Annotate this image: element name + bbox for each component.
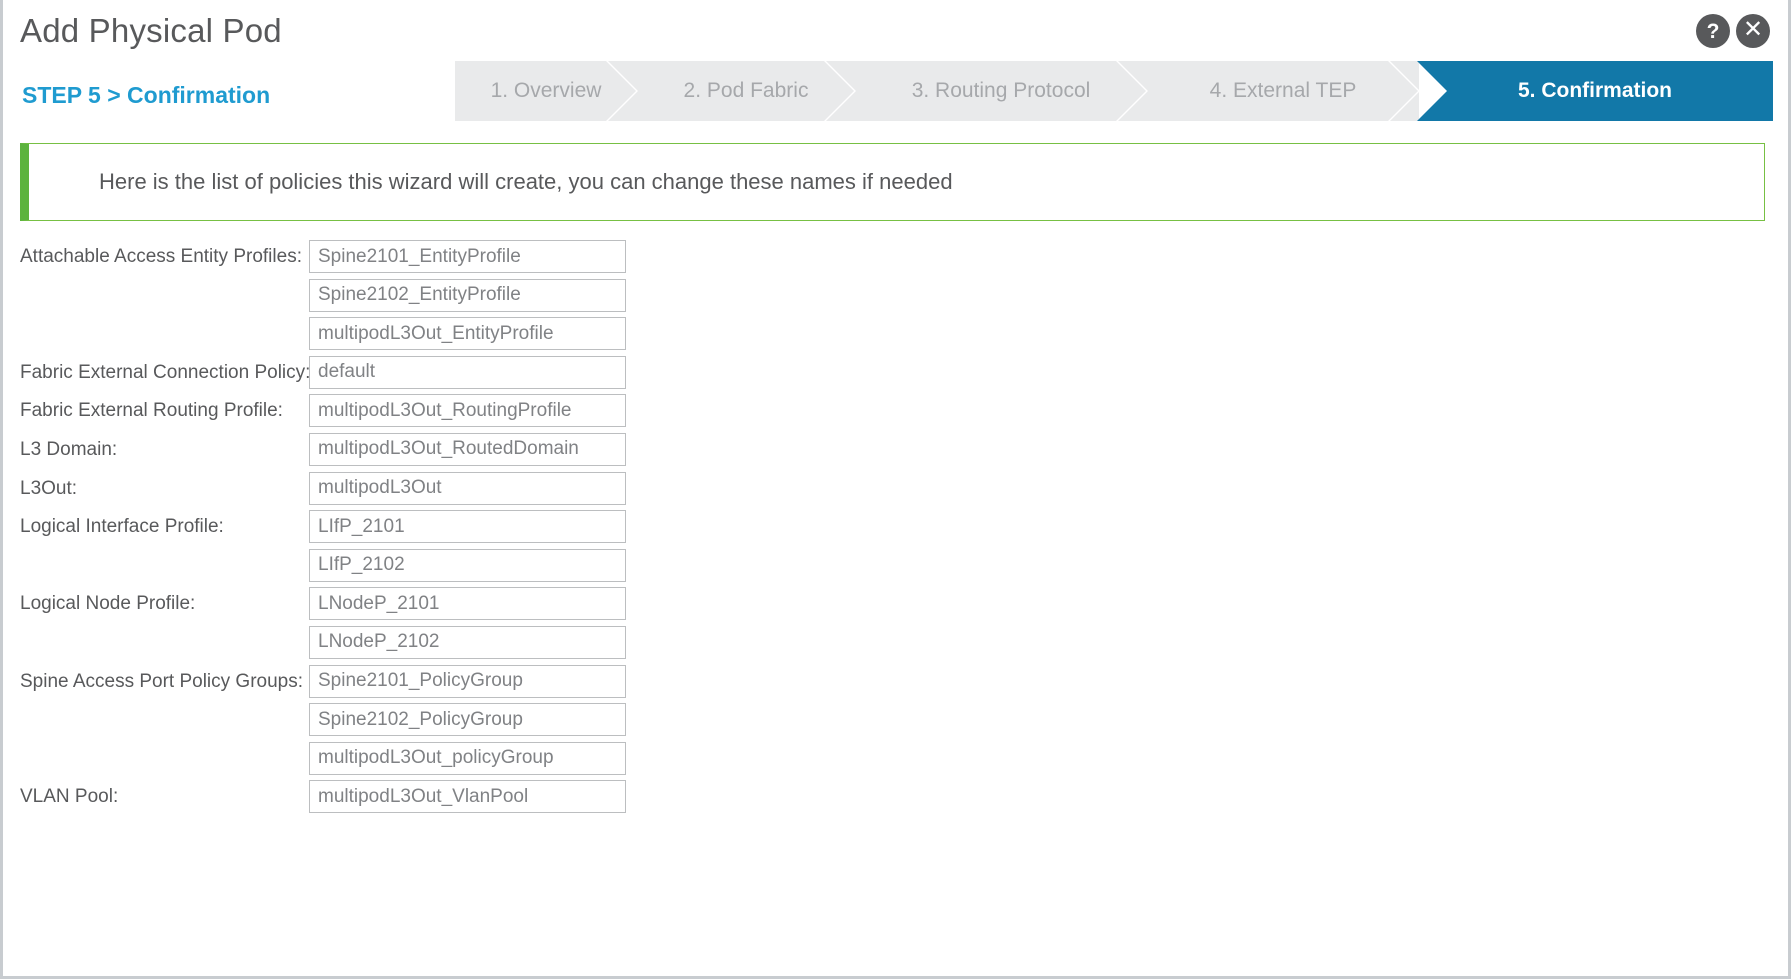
info-banner: Here is the list of policies this wizard… bbox=[20, 143, 1765, 221]
wizard-step-1[interactable]: 1. Overview bbox=[455, 61, 637, 121]
current-step-breadcrumb: STEP 5 > Confirmation bbox=[22, 82, 271, 108]
form-row: Logical Interface Profile: bbox=[3, 510, 1788, 549]
close-icon: ✕ bbox=[1742, 16, 1764, 43]
form-row bbox=[3, 703, 1788, 742]
form-field-label: Fabric External Connection Policy: bbox=[20, 361, 311, 383]
form-row bbox=[3, 317, 1788, 356]
form-field-input[interactable] bbox=[309, 394, 626, 428]
form-field-label-empty bbox=[3, 626, 309, 632]
wizard-step-4[interactable]: 4. External TEP bbox=[1147, 61, 1419, 121]
form-field-label: L3 Domain: bbox=[20, 438, 118, 460]
form-field-label-empty bbox=[3, 279, 309, 285]
form-field-input[interactable] bbox=[309, 664, 626, 698]
wizard-step-label: 5. Confirmation bbox=[1517, 79, 1672, 102]
form-field-input[interactable] bbox=[309, 355, 626, 389]
form-field-input[interactable] bbox=[309, 240, 626, 273]
form-field-label-empty bbox=[3, 703, 309, 709]
form-row: Logical Node Profile: bbox=[3, 587, 1788, 626]
form-field-input[interactable] bbox=[309, 780, 626, 814]
form-row bbox=[3, 625, 1788, 665]
form-field-input[interactable] bbox=[309, 317, 626, 351]
wizard-step-3[interactable]: 3. Routing Protocol bbox=[855, 61, 1147, 121]
form-row: L3 Domain: bbox=[3, 432, 1788, 472]
wizard-step-label: 4. External TEP bbox=[1209, 79, 1357, 102]
help-button[interactable]: ? bbox=[1696, 14, 1730, 48]
form-field-label-empty bbox=[3, 742, 309, 748]
header-icon-buttons: ? ✕ bbox=[1696, 14, 1770, 48]
form-field-input[interactable] bbox=[309, 471, 626, 505]
policy-name-form: Attachable Access Entity Profiles: Fabric… bbox=[3, 240, 1788, 819]
info-banner-message: Here is the list of policies this wizard… bbox=[99, 169, 953, 194]
close-button[interactable]: ✕ bbox=[1736, 14, 1770, 48]
form-field-input[interactable] bbox=[309, 703, 626, 737]
wizard-step-label: 1. Overview bbox=[490, 79, 602, 102]
form-field-input[interactable] bbox=[309, 587, 626, 621]
form-row: Attachable Access Entity Profiles: bbox=[3, 240, 1788, 279]
form-row bbox=[3, 741, 1788, 781]
form-row bbox=[3, 548, 1788, 588]
form-field-input[interactable] bbox=[309, 432, 626, 466]
form-row: Spine Access Port Policy Groups: bbox=[3, 664, 1788, 704]
wizard-steps: 1. Overview 2. Pod Fabric 3. Routing Proto… bbox=[455, 61, 1773, 121]
form-row bbox=[3, 278, 1788, 318]
wizard-step-label: 3. Routing Protocol bbox=[911, 79, 1091, 102]
form-field-input[interactable] bbox=[309, 625, 626, 659]
form-row: VLAN Pool: bbox=[3, 780, 1788, 819]
help-icon: ? bbox=[1706, 19, 1720, 43]
form-field-label: VLAN Pool: bbox=[20, 786, 119, 808]
form-field-label-empty bbox=[3, 317, 309, 323]
wizard-step-5[interactable]: 5. Confirmation bbox=[1417, 61, 1773, 121]
wizard-step-2[interactable]: 2. Pod Fabric bbox=[637, 61, 855, 121]
form-field-label: Attachable Access Entity Profiles: bbox=[20, 246, 302, 267]
form-field-input[interactable] bbox=[309, 510, 626, 544]
wizard-step-label: 2. Pod Fabric bbox=[683, 79, 809, 102]
dialog-header: Add Physical Pod STEP 5 > Confirmation ?… bbox=[3, 0, 1788, 138]
form-field-input[interactable] bbox=[309, 278, 626, 312]
form-field-label: Logical Node Profile: bbox=[20, 593, 196, 615]
form-field-input[interactable] bbox=[309, 741, 626, 775]
form-field-label: Logical Interface Profile: bbox=[20, 516, 224, 538]
page-title: Add Physical Pod bbox=[20, 12, 282, 49]
form-row: Fabric External Connection Policy: bbox=[3, 355, 1788, 395]
form-field-label: Spine Access Port Policy Groups: bbox=[20, 670, 304, 692]
form-field-label-empty bbox=[3, 549, 309, 555]
form-row: L3Out: bbox=[3, 471, 1788, 511]
form-field-input[interactable] bbox=[309, 548, 626, 582]
form-field-label: L3Out: bbox=[20, 477, 78, 499]
form-row: Fabric External Routing Profile: bbox=[3, 394, 1788, 433]
form-field-label: Fabric External Routing Profile: bbox=[20, 400, 283, 422]
add-physical-pod-dialog: Add Physical Pod STEP 5 > Confirmation ?… bbox=[0, 0, 1791, 979]
